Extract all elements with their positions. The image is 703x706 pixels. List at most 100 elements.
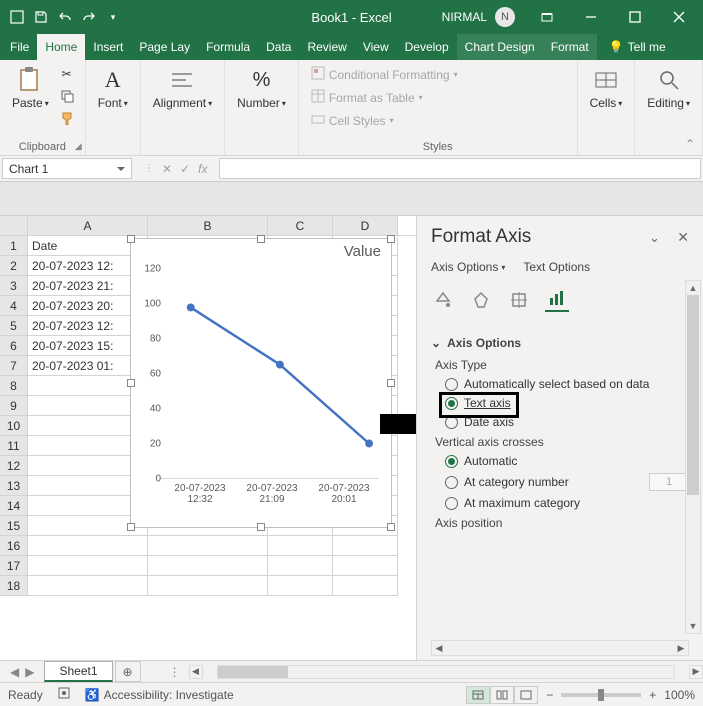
cell[interactable] xyxy=(148,556,268,576)
row-header[interactable]: 15 xyxy=(0,516,28,536)
number-button[interactable]: % Number ▾ xyxy=(233,64,290,112)
formula-input[interactable] xyxy=(219,158,701,179)
row-header[interactable]: 11 xyxy=(0,436,28,456)
sheet-tab-sheet1[interactable]: Sheet1 xyxy=(44,661,112,682)
radio-crosses-category[interactable]: At category number xyxy=(445,473,689,491)
row-header[interactable]: 8 xyxy=(0,376,28,396)
radio-crosses-max[interactable]: At maximum category xyxy=(445,496,689,510)
cell[interactable] xyxy=(148,576,268,596)
ribbon-display-icon[interactable] xyxy=(527,2,567,32)
axis-options-icon[interactable] xyxy=(545,288,569,312)
name-box[interactable]: Chart 1 xyxy=(2,158,132,179)
tab-formulas[interactable]: Formula xyxy=(198,34,258,60)
tab-format[interactable]: Format xyxy=(543,34,597,60)
row-header[interactable]: 12 xyxy=(0,456,28,476)
cut-icon[interactable]: ✂ xyxy=(57,64,77,84)
zoom-out-button[interactable]: − xyxy=(546,688,553,702)
undo-icon[interactable] xyxy=(56,8,74,26)
resize-handle[interactable] xyxy=(387,523,395,531)
view-page-layout-icon[interactable] xyxy=(490,686,514,704)
paste-button[interactable]: Paste ▾ xyxy=(8,64,53,112)
cell[interactable] xyxy=(333,536,398,556)
row-header[interactable]: 2 xyxy=(0,256,28,276)
tab-insert[interactable]: Insert xyxy=(85,34,131,60)
scroll-left-icon[interactable]: ◀ xyxy=(432,641,446,655)
dropdown-icon[interactable]: ⋮ xyxy=(144,163,154,174)
tab-split-handle[interactable]: ⋮ xyxy=(169,665,181,679)
axis-options-section[interactable]: ⌄Axis Options xyxy=(431,336,689,350)
tab-home[interactable]: Home xyxy=(37,34,85,60)
cell[interactable] xyxy=(28,576,148,596)
new-sheet-button[interactable]: ⊕ xyxy=(115,661,141,682)
scroll-thumb[interactable] xyxy=(687,295,699,495)
cell[interactable] xyxy=(268,576,333,596)
fill-line-icon[interactable] xyxy=(431,288,455,312)
chart-x-axis[interactable]: 20-07-202312:32 20-07-202321:09 20-07-20… xyxy=(165,483,379,519)
tab-file[interactable]: File xyxy=(2,34,37,60)
qat-dropdown-icon[interactable]: ▾ xyxy=(104,8,122,26)
size-props-icon[interactable] xyxy=(507,288,531,312)
chart-plot-area[interactable] xyxy=(161,269,379,479)
row-header[interactable]: 4 xyxy=(0,296,28,316)
minimize-icon[interactable] xyxy=(571,2,611,32)
cells-button[interactable]: Cells ▾ xyxy=(586,64,627,112)
redo-icon[interactable] xyxy=(80,8,98,26)
font-button[interactable]: A Font ▾ xyxy=(94,64,132,112)
horizontal-scrollbar[interactable]: ⋮ ◀ ▶ xyxy=(161,661,703,682)
row-header[interactable]: 9 xyxy=(0,396,28,416)
zoom-in-button[interactable]: + xyxy=(649,688,656,702)
tab-chart-design[interactable]: Chart Design xyxy=(457,34,543,60)
pane-tab-text-options[interactable]: Text Options xyxy=(523,260,590,274)
cell[interactable] xyxy=(333,576,398,596)
col-header-a[interactable]: A xyxy=(28,216,148,235)
row-header[interactable]: 13 xyxy=(0,476,28,496)
clipboard-launcher-icon[interactable]: ◢ xyxy=(75,141,82,152)
cell[interactable] xyxy=(268,556,333,576)
row-header[interactable]: 14 xyxy=(0,496,28,516)
resize-handle[interactable] xyxy=(127,523,135,531)
editing-button[interactable]: Editing ▾ xyxy=(643,64,694,112)
tab-page-layout[interactable]: Page Lay xyxy=(131,34,198,60)
pane-tab-axis-options[interactable]: Axis Options ▾ xyxy=(431,260,505,274)
autosave-toggle[interactable] xyxy=(8,8,26,26)
scroll-left-icon[interactable]: ◀ xyxy=(189,665,203,679)
collapse-ribbon-icon[interactable]: ⌃ xyxy=(685,137,695,151)
zoom-slider[interactable] xyxy=(561,693,641,697)
resize-handle[interactable] xyxy=(127,379,135,387)
pane-close-icon[interactable]: ✕ xyxy=(677,229,689,245)
cell-styles-button[interactable]: Cell Styles ▾ xyxy=(307,110,462,131)
col-header-d[interactable]: D xyxy=(333,216,398,235)
row-header[interactable]: 18 xyxy=(0,576,28,596)
user-avatar[interactable]: N xyxy=(495,7,515,27)
maximize-icon[interactable] xyxy=(615,2,655,32)
pane-options-icon[interactable]: ⌄ xyxy=(649,230,660,245)
conditional-formatting-button[interactable]: Conditional Formatting ▾ xyxy=(307,64,462,85)
scroll-right-icon[interactable]: ▶ xyxy=(689,665,703,679)
view-page-break-icon[interactable] xyxy=(514,686,538,704)
scroll-thumb[interactable] xyxy=(218,666,288,678)
row-header[interactable]: 17 xyxy=(0,556,28,576)
enter-formula-icon[interactable]: ✓ xyxy=(180,162,190,176)
tell-me-search[interactable]: 💡 Tell me xyxy=(603,34,672,60)
row-header[interactable]: 10 xyxy=(0,416,28,436)
view-normal-icon[interactable] xyxy=(466,686,490,704)
worksheet-grid[interactable]: A B C D 123456789101112131415161718 Date… xyxy=(0,216,416,660)
pane-vertical-scrollbar[interactable]: ▲ ▼ xyxy=(685,280,701,634)
resize-handle[interactable] xyxy=(387,235,395,243)
user-name[interactable]: NIRMAL xyxy=(442,10,487,24)
row-header[interactable]: 5 xyxy=(0,316,28,336)
radio-date-axis[interactable]: Date axis xyxy=(445,415,689,429)
resize-handle[interactable] xyxy=(257,523,265,531)
format-as-table-button[interactable]: Format as Table ▾ xyxy=(307,87,462,108)
embedded-chart[interactable]: Value 020406080100120 20-07-202312:32 20… xyxy=(130,238,392,528)
tab-developer[interactable]: Develop xyxy=(397,34,457,60)
cell[interactable] xyxy=(148,536,268,556)
cell[interactable] xyxy=(28,556,148,576)
cell[interactable] xyxy=(28,536,148,556)
save-icon[interactable] xyxy=(32,8,50,26)
tab-data[interactable]: Data xyxy=(258,34,299,60)
row-header[interactable]: 16 xyxy=(0,536,28,556)
row-header[interactable]: 6 xyxy=(0,336,28,356)
format-painter-icon[interactable] xyxy=(57,108,77,128)
fx-icon[interactable]: fx xyxy=(198,162,207,176)
